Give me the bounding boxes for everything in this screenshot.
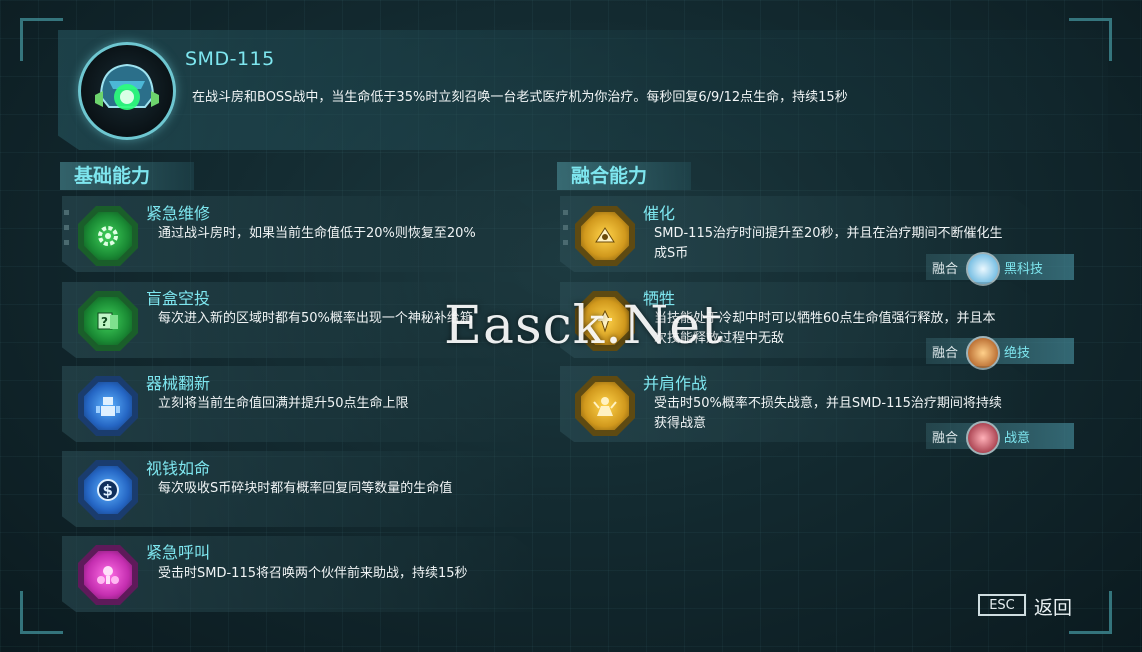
fusion-label: 融合 (932, 346, 959, 361)
fusion-label: 融合 (932, 431, 959, 446)
companion-description: 在战斗房和BOSS战中，当生命低于35%时立刻召唤一台老式医疗机为你治疗。每秒回… (192, 90, 848, 105)
ability-name: 紧急维修 (146, 204, 211, 223)
tech-cube-icon (966, 252, 1000, 286)
ability-name: 并肩作战 (643, 374, 708, 393)
fusion-partner-tag[interactable]: 融合 战意 (926, 421, 1074, 455)
section-title-fusion: 融合能力 (557, 162, 691, 190)
ability-description: 通过战斗房时，如果当前生命值低于20%则恢复至20% (158, 226, 476, 241)
side-decoration (64, 210, 70, 255)
catalyst-icon (575, 206, 635, 266)
fighting-spirit-icon (966, 421, 1000, 455)
fusion-partner-tag[interactable]: 融合 绝技 (926, 336, 1074, 370)
fusion-partner-name: 战意 (1004, 431, 1031, 446)
frame-corner-top-left (20, 18, 63, 61)
gear-repair-icon (78, 206, 138, 266)
ability-name: 视钱如命 (146, 459, 211, 478)
watermark-text: Easck.Net (444, 296, 723, 356)
side-decoration (563, 210, 569, 255)
drone-call-icon (78, 545, 138, 605)
fusion-partner-tag[interactable]: 融合 黑科技 (926, 252, 1074, 286)
mystery-box-icon: ? (78, 291, 138, 351)
ability-name: 器械翻新 (146, 374, 211, 393)
svg-text:?: ? (101, 315, 108, 329)
frame-corner-bottom-left (20, 591, 63, 634)
ability-description: 受击时SMD-115将召唤两个伙伴前来助战，持续15秒 (158, 566, 468, 581)
ability-name: 盲盒空投 (146, 289, 211, 308)
ability-name: 催化 (643, 204, 676, 223)
companion-portrait (78, 42, 176, 140)
ability-name: 紧急呼叫 (146, 543, 211, 562)
fusion-label: 融合 (932, 262, 959, 277)
fusion-partner-name: 黑科技 (1004, 262, 1044, 277)
robot-head-icon (95, 63, 159, 110)
frame-corner-bottom-right (1069, 591, 1112, 634)
back-button[interactable]: 返回 (1034, 593, 1072, 620)
robot-upgrade-icon (78, 376, 138, 436)
fight-together-icon (575, 376, 635, 436)
ability-description: 每次吸收S币碎块时都有概率回复同等数量的生命值 (158, 481, 453, 496)
fusion-partner-name: 绝技 (1004, 346, 1031, 361)
dollar-coin-icon: $ (78, 460, 138, 520)
esc-key-button[interactable]: ESC (978, 594, 1026, 616)
section-title-basic: 基础能力 (60, 162, 194, 190)
ability-description: 立刻将当前生命值回满并提升50点生命上限 (158, 396, 409, 411)
ultimate-skill-icon (966, 336, 1000, 370)
companion-name: SMD-115 (185, 48, 275, 70)
svg-text:$: $ (103, 482, 113, 500)
